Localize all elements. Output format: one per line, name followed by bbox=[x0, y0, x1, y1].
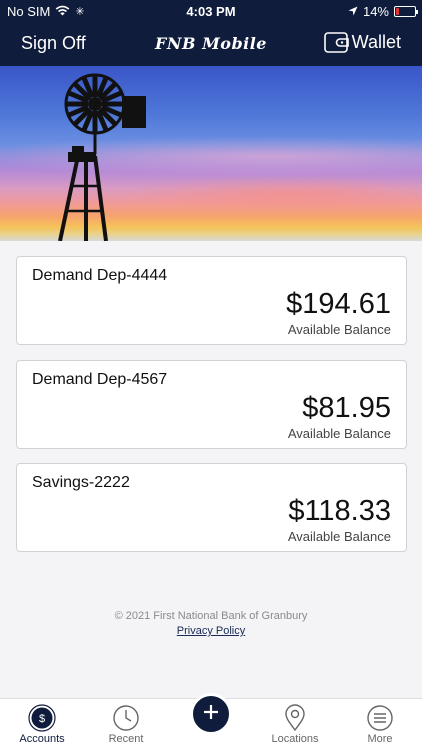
tab-bar: $ Accounts Recent Locations More bbox=[0, 693, 422, 750]
location-arrow-icon bbox=[348, 4, 358, 19]
balance-label: Available Balance bbox=[287, 529, 391, 544]
account-name: Demand Dep-4444 bbox=[32, 267, 168, 284]
tab-locations[interactable]: Locations bbox=[253, 703, 337, 745]
nav-bar: Sign Off FNB Mobile Wallet bbox=[0, 22, 422, 66]
account-card-0[interactable]: Demand Dep-4444 $194.61 Available Balanc… bbox=[16, 256, 407, 345]
windmill-silhouette bbox=[58, 73, 146, 241]
balance-label: Available Balance bbox=[287, 322, 391, 337]
battery-percent: 14% bbox=[362, 4, 389, 19]
account-balance: $194.61 bbox=[286, 288, 391, 320]
battery-icon bbox=[394, 6, 418, 17]
map-pin-icon bbox=[284, 703, 306, 735]
plus-icon bbox=[202, 703, 220, 726]
account-card-1[interactable]: Demand Dep-4567 $81.95 Available Balance bbox=[16, 360, 407, 449]
footer: © 2021 First National Bank of Granbury P… bbox=[0, 610, 422, 637]
account-name: Demand Dep-4567 bbox=[32, 371, 168, 388]
menu-icon bbox=[366, 704, 394, 735]
tab-accounts[interactable]: $ Accounts bbox=[0, 703, 84, 745]
tab-label: Accounts bbox=[19, 733, 65, 745]
balance-label: Available Balance bbox=[287, 426, 391, 441]
wallet-icon bbox=[323, 30, 350, 54]
tab-more[interactable]: More bbox=[338, 704, 422, 745]
tab-recent[interactable]: Recent bbox=[84, 704, 168, 745]
tab-label: Recent bbox=[108, 733, 144, 745]
account-name: Savings-2222 bbox=[32, 474, 130, 491]
copyright-text: © 2021 First National Bank of Granbury bbox=[114, 610, 308, 622]
privacy-policy-link[interactable]: Privacy Policy bbox=[177, 625, 245, 637]
account-card-2[interactable]: Savings-2222 $118.33 Available Balance bbox=[16, 463, 407, 552]
dollar-circle-icon: $ bbox=[27, 703, 57, 736]
tab-label: More bbox=[367, 733, 393, 745]
add-button[interactable] bbox=[190, 693, 232, 735]
account-balance: $118.33 bbox=[288, 495, 391, 527]
clock-icon bbox=[112, 704, 140, 735]
wallet-button[interactable]: Wallet bbox=[323, 30, 401, 54]
status-right: 14% bbox=[348, 4, 418, 19]
windmill-sunset-banner bbox=[0, 66, 422, 241]
status-bar: No SIM ✳ 4:03 PM 14% bbox=[0, 0, 422, 22]
svg-text:$: $ bbox=[39, 713, 45, 725]
account-balance: $81.95 bbox=[302, 392, 391, 424]
wallet-label: Wallet bbox=[351, 31, 401, 52]
tab-label: Locations bbox=[271, 733, 319, 745]
